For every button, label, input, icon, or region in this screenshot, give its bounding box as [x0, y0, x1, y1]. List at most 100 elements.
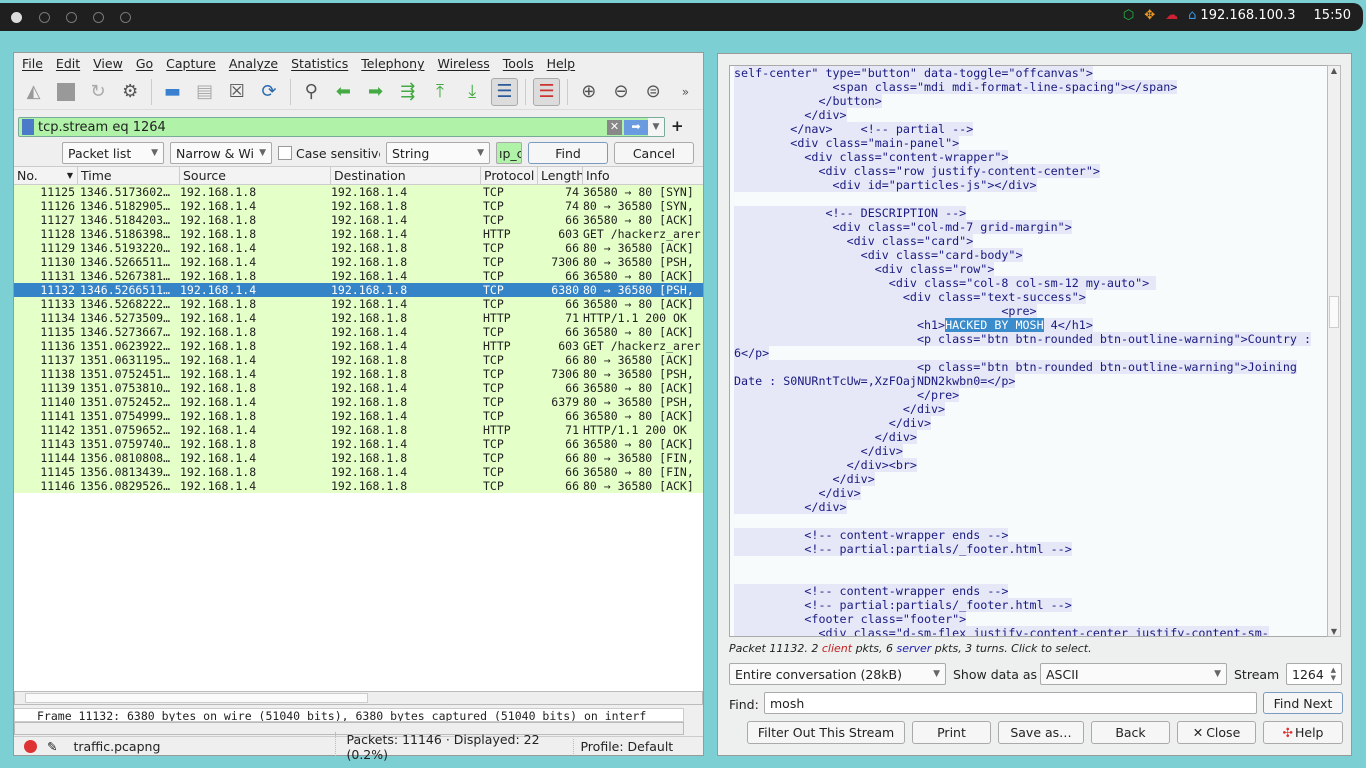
cancel-button[interactable]: Cancel — [614, 142, 694, 164]
packet-details-frame[interactable]: Frame 11132: 6380 bytes on wire (51040 b… — [14, 708, 684, 722]
start-capture-icon[interactable]: ◭ — [20, 78, 47, 106]
display-filter-input[interactable]: tcp.stream eq 1264 ✕ ➡ ▼ — [18, 117, 665, 137]
workspace-3[interactable] — [66, 12, 77, 23]
packet-row[interactable]: 11125 1346.5173602… 192.168.1.8 192.168.1.4… — [14, 185, 703, 199]
zoom-reset-icon[interactable]: ⊜ — [640, 78, 667, 106]
open-file-icon[interactable]: ▬ — [159, 78, 186, 106]
search-input[interactable]: ıp_c — [496, 142, 522, 164]
packet-row[interactable]: 11129 1346.5193220… 192.168.1.4 192.168.1.8… — [14, 241, 703, 255]
column-time[interactable]: Time — [78, 167, 180, 184]
stream-find-input[interactable]: mosh — [764, 692, 1257, 714]
packet-row[interactable]: 11127 1346.5184203… 192.168.1.8 192.168.1.4… — [14, 213, 703, 227]
packet-row[interactable]: 11144 1356.0810808… 192.168.1.4 192.168.1.8… — [14, 451, 703, 465]
bookmark-icon[interactable] — [22, 119, 34, 135]
first-packet-icon[interactable]: ⤒ — [426, 78, 453, 106]
last-packet-icon[interactable]: ⤓ — [459, 78, 486, 106]
packet-row[interactable]: 11145 1356.0813439… 192.168.1.8 192.168.1.4… — [14, 465, 703, 479]
workspace-2[interactable] — [39, 12, 50, 23]
go-to-packet-icon[interactable]: ⇶ — [394, 78, 421, 106]
search-type-select[interactable]: String ▼ — [386, 142, 490, 164]
column-protocol[interactable]: Protocol — [481, 167, 538, 184]
data-format-select[interactable]: ASCII ▼ — [1040, 663, 1227, 685]
zoom-in-icon[interactable]: ⊕ — [575, 78, 602, 106]
packet-row[interactable]: 11131 1346.5267381… 192.168.1.8 192.168.1.4… — [14, 269, 703, 283]
clear-filter-icon[interactable]: ✕ — [607, 119, 622, 135]
packet-row[interactable]: 11137 1351.0631195… 192.168.1.4 192.168.1.8… — [14, 353, 703, 367]
add-filter-button[interactable]: + — [671, 117, 684, 135]
packet-row[interactable]: 11135 1346.5273667… 192.168.1.8 192.168.1.4… — [14, 325, 703, 339]
more-tools-icon[interactable]: » — [672, 78, 699, 106]
column-length[interactable]: Length — [538, 167, 583, 184]
packet-row[interactable]: 11126 1346.5182905… 192.168.1.4 192.168.1.8… — [14, 199, 703, 213]
search-scope-select[interactable]: Packet list ▼ — [62, 142, 164, 164]
save-as-button[interactable]: Save as… — [998, 721, 1084, 744]
edit-comment-icon[interactable]: ✎ — [47, 739, 57, 754]
packet-row[interactable]: 11132 1346.5266511… 192.168.1.4 192.168.1.8… — [14, 283, 703, 297]
packet-row[interactable]: 11139 1351.0753810… 192.168.1.8 192.168.1.4… — [14, 381, 703, 395]
workspace-5[interactable] — [120, 12, 131, 23]
reload-file-icon[interactable]: ⟳ — [255, 78, 282, 106]
find-next-button[interactable]: Find Next — [1263, 692, 1343, 714]
help-button[interactable]: ✣ Help — [1263, 721, 1343, 744]
cloud-icon[interactable]: ☁ — [1165, 8, 1178, 23]
print-button[interactable]: Print — [912, 721, 991, 744]
menu-capture[interactable]: Capture — [166, 56, 216, 71]
restart-capture-icon[interactable]: ↻ — [84, 78, 111, 106]
column-no[interactable]: No. ▼ — [14, 167, 78, 184]
menu-help[interactable]: Help — [547, 56, 576, 71]
menu-wireless[interactable]: Wireless — [437, 56, 489, 71]
stream-vscrollbar[interactable]: ▲ ▼ — [1327, 65, 1341, 637]
stream-content[interactable]: self-center" type="button" data-toggle="… — [729, 65, 1328, 637]
colorize-icon[interactable]: ☰ — [533, 77, 561, 106]
filter-history-icon[interactable]: ▼ — [648, 118, 664, 136]
menu-go[interactable]: Go — [136, 56, 153, 71]
case-sensitive-checkbox[interactable] — [278, 146, 292, 160]
conversation-select[interactable]: Entire conversation (28kB) ▼ — [729, 663, 946, 685]
packet-row[interactable]: 11140 1351.0752452… 192.168.1.4 192.168.1.8… — [14, 395, 703, 409]
stream-number-spinner[interactable]: 1264 ▲ ▼ — [1286, 663, 1342, 685]
zoom-out-icon[interactable]: ⊖ — [607, 78, 634, 106]
profile-label[interactable]: Profile: Default — [573, 739, 673, 754]
menu-file[interactable]: File — [22, 56, 43, 71]
charset-select[interactable]: Narrow & Wi ▼ — [170, 142, 272, 164]
menu-statistics[interactable]: Statistics — [291, 56, 348, 71]
packet-row[interactable]: 11130 1346.5266511… 192.168.1.4 192.168.1.8… — [14, 255, 703, 269]
packet-row[interactable]: 11134 1346.5273509… 192.168.1.4 192.168.1.8… — [14, 311, 703, 325]
menu-edit[interactable]: Edit — [56, 56, 80, 71]
apply-filter-icon[interactable]: ➡ — [624, 119, 648, 135]
go-back-icon[interactable]: ⬅ — [330, 78, 357, 106]
capture-options-icon[interactable]: ⚙ — [117, 78, 144, 106]
close-button[interactable]: ✕ Close — [1177, 721, 1256, 744]
menu-view[interactable]: View — [93, 56, 123, 71]
menu-telephony[interactable]: Telephony — [361, 56, 424, 71]
packet-row[interactable]: 11141 1351.0754999… 192.168.1.8 192.168.1.4… — [14, 409, 703, 423]
find-packet-icon[interactable]: ⚲ — [298, 78, 325, 106]
close-file-icon[interactable]: ☒ — [223, 78, 250, 106]
packet-row[interactable]: 11146 1356.0829526… 192.168.1.4 192.168.1.8… — [14, 479, 703, 493]
box-icon[interactable]: ⬡ — [1123, 8, 1134, 23]
crosshair-icon[interactable]: ✥ — [1144, 8, 1155, 23]
go-forward-icon[interactable]: ➡ — [362, 78, 389, 106]
menu-tools[interactable]: Tools — [503, 56, 534, 71]
packet-row[interactable]: 11133 1346.5268222… 192.168.1.8 192.168.1.4… — [14, 297, 703, 311]
packet-row[interactable]: 11128 1346.5186398… 192.168.1.8 192.168.1.4… — [14, 227, 703, 241]
autoscroll-icon[interactable]: ☰ — [490, 77, 519, 106]
cell-source: 192.168.1.4 — [180, 451, 257, 465]
workspace-1[interactable] — [11, 12, 22, 23]
filter-out-stream-button[interactable]: Filter Out This Stream — [747, 721, 905, 744]
workspace-4[interactable] — [93, 12, 104, 23]
packet-row[interactable]: 11136 1351.0623922… 192.168.1.8 192.168.1.4… — [14, 339, 703, 353]
packet-row[interactable]: 11142 1351.0759652… 192.168.1.4 192.168.1.8… — [14, 423, 703, 437]
cell-destination: 192.168.1.4 — [331, 213, 408, 227]
packet-row[interactable]: 11138 1351.0752451… 192.168.1.4 192.168.1.8… — [14, 367, 703, 381]
packet-row[interactable]: 11143 1351.0759740… 192.168.1.8 192.168.1.4… — [14, 437, 703, 451]
column-destination[interactable]: Destination — [331, 167, 481, 184]
back-button[interactable]: Back — [1091, 721, 1170, 744]
stop-capture-icon[interactable] — [52, 78, 79, 106]
column-source[interactable]: Source — [180, 167, 331, 184]
find-button[interactable]: Find — [528, 142, 608, 164]
packet-list-hscrollbar[interactable] — [14, 691, 703, 705]
save-file-icon[interactable]: ▤ — [191, 78, 218, 106]
menu-analyze[interactable]: Analyze — [229, 56, 278, 71]
column-info[interactable]: Info — [583, 167, 701, 184]
